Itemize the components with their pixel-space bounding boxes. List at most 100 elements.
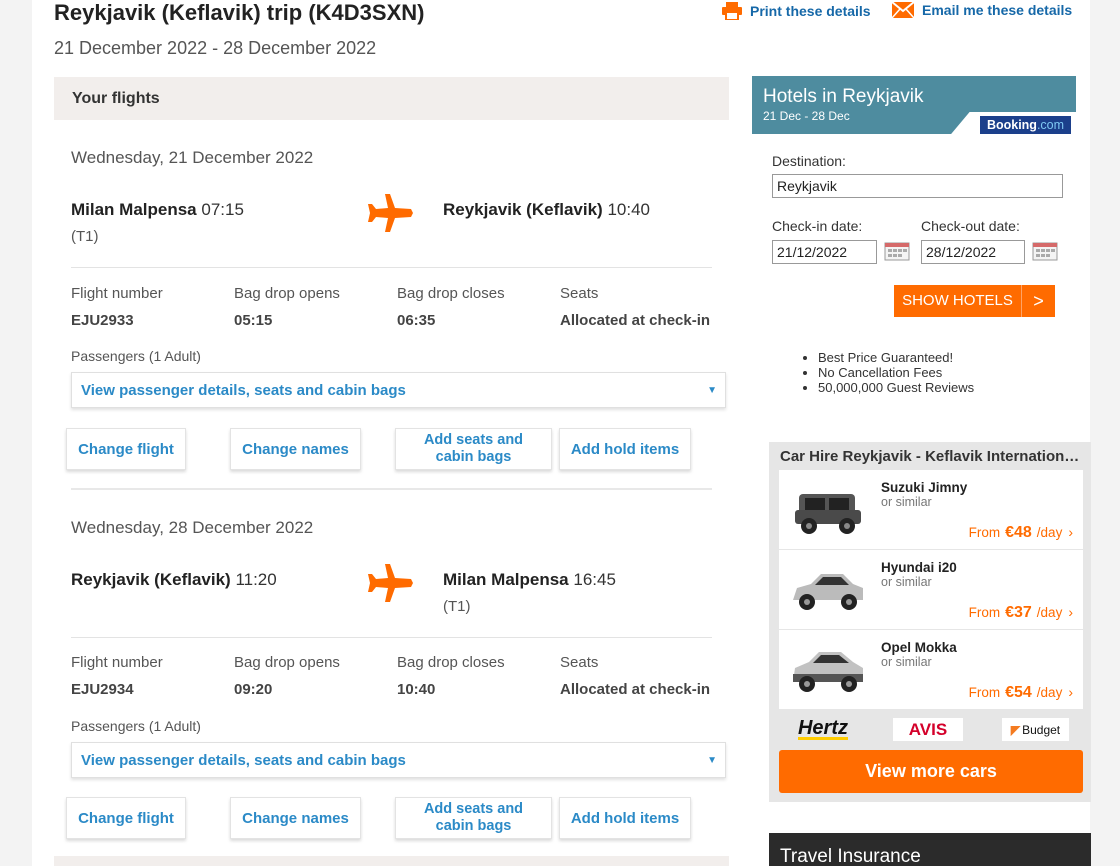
arrival: Milan Malpensa 16:45 (T1) xyxy=(443,570,616,615)
destination-input[interactable] xyxy=(772,174,1063,198)
passengers-label: Passengers (1 Adult) xyxy=(71,348,201,364)
flight-card-return: Wednesday, 28 December 2022 Reykjavik (K… xyxy=(54,518,729,866)
car-price: From €54/day › xyxy=(968,684,1073,701)
trip-dates: 21 December 2022 - 28 December 2022 xyxy=(54,38,377,58)
your-flights-header: Your flights xyxy=(54,77,729,120)
departure-time: 11:20 xyxy=(235,570,277,589)
car-similar: or similar xyxy=(881,495,932,509)
print-details-label: Print these details xyxy=(750,3,871,19)
departure: Reykjavik (Keflavik) 11:20 xyxy=(71,570,277,598)
budget-logo: ◤ Budget xyxy=(1002,718,1069,741)
page-title: Reykjavik (Keflavik) trip (K4D3SXN) xyxy=(54,0,425,25)
hotels-widget-header: Hotels in Reykjavik 21 Dec - 28 Dec Book… xyxy=(752,76,1076,134)
seats-label: Seats xyxy=(560,285,599,302)
travel-insurance-title: Travel Insurance xyxy=(780,846,921,866)
passengers-label: Passengers (1 Adult) xyxy=(71,718,201,734)
avis-logo: AVIS xyxy=(893,718,963,741)
car-image xyxy=(787,560,867,620)
envelope-icon xyxy=(892,2,914,18)
add-hold-items-button[interactable]: Add hold items xyxy=(559,797,691,839)
email-details-link[interactable]: Email me these details xyxy=(892,2,1072,18)
change-flight-button[interactable]: Change flight xyxy=(66,797,186,839)
flight-divider xyxy=(71,488,712,490)
car-similar: or similar xyxy=(881,655,932,669)
view-more-cars-button[interactable]: View more cars xyxy=(779,750,1083,793)
arrival-terminal: (T1) xyxy=(443,598,471,615)
add-hold-items-button[interactable]: Add hold items xyxy=(559,428,691,470)
airplane-icon xyxy=(367,194,413,237)
departure-airport: Reykjavik (Keflavik) xyxy=(71,570,231,589)
flight-number-value: EJU2933 xyxy=(71,312,134,329)
change-flight-button[interactable]: Change flight xyxy=(66,428,186,470)
car-name: Suzuki Jimny xyxy=(881,480,968,495)
add-seats-cabin-bags-button[interactable]: Add seats and cabin bags xyxy=(395,428,552,470)
bag-drop-closes-value: 06:35 xyxy=(397,312,436,329)
email-details-label: Email me these details xyxy=(922,2,1073,18)
passenger-details-label: View passenger details, seats and cabin … xyxy=(81,751,406,769)
caret-down-icon: ▼ xyxy=(707,754,717,766)
car-offer[interactable]: Opel Mokka or similar From €54/day › xyxy=(779,630,1083,709)
departure-airport: Milan Malpensa xyxy=(71,200,197,219)
car-image xyxy=(787,640,867,700)
departure-time: 07:15 xyxy=(201,200,244,219)
arrow-right-icon: > xyxy=(1021,285,1055,317)
bag-drop-closes-label: Bag drop closes xyxy=(397,654,505,671)
car-offer[interactable]: Suzuki Jimny or similar From €48/day › xyxy=(779,470,1083,549)
checkin-input[interactable] xyxy=(772,240,877,264)
passenger-details-dropdown[interactable]: View passenger details, seats and cabin … xyxy=(71,372,726,408)
divider xyxy=(71,637,712,638)
flight-number-label: Flight number xyxy=(71,285,163,302)
hotel-perks-list: Best Price Guaranteed! No Cancellation F… xyxy=(802,350,974,395)
perk-item: Best Price Guaranteed! xyxy=(818,350,974,365)
bag-drop-opens-value: 05:15 xyxy=(234,312,273,329)
car-image xyxy=(787,480,867,540)
seats-value: Allocated at check-in xyxy=(560,681,711,698)
show-hotels-button[interactable]: SHOW HOTELS > xyxy=(894,285,1055,317)
bag-drop-closes-value: 10:40 xyxy=(397,681,436,698)
arrival-time: 16:45 xyxy=(573,570,616,589)
checkout-input[interactable] xyxy=(921,240,1025,264)
car-name: Hyundai i20 xyxy=(881,560,957,575)
car-name: Opel Mokka xyxy=(881,640,957,655)
flight-card-outbound: Wednesday, 21 December 2022 Milan Malpen… xyxy=(54,148,729,508)
airplane-icon xyxy=(367,564,413,607)
change-names-button[interactable]: Change names xyxy=(230,797,361,839)
printer-icon xyxy=(722,2,742,20)
bag-drop-closes-label: Bag drop closes xyxy=(397,285,505,302)
car-price: From €48/day › xyxy=(968,524,1073,541)
arrival-airport: Milan Malpensa xyxy=(443,570,569,589)
caret-down-icon: ▼ xyxy=(707,384,717,396)
car-offer[interactable]: Hyundai i20 or similar From €37/day › xyxy=(779,550,1083,629)
departure-terminal: (T1) xyxy=(71,228,99,245)
seats-value: Allocated at check-in xyxy=(560,312,711,329)
bag-drop-opens-label: Bag drop opens xyxy=(234,285,340,302)
arrival: Reykjavik (Keflavik) 10:40 xyxy=(443,200,650,228)
add-seats-cabin-bags-button[interactable]: Add seats and cabin bags xyxy=(395,797,552,839)
flight-date: Wednesday, 28 December 2022 xyxy=(71,518,314,537)
bag-drop-opens-value: 09:20 xyxy=(234,681,273,698)
divider xyxy=(71,267,712,268)
car-hire-title: Car Hire Reykjavik - Keflavik Internatio… xyxy=(780,448,1085,465)
chevron-right-icon: › xyxy=(1068,524,1073,540)
calendar-icon[interactable] xyxy=(1032,241,1058,261)
calendar-icon[interactable] xyxy=(884,241,910,261)
print-details-link[interactable]: Print these details xyxy=(722,2,871,20)
flight-date: Wednesday, 21 December 2022 xyxy=(71,148,314,167)
departure: Milan Malpensa 07:15 (T1) xyxy=(71,200,244,245)
perk-item: 50,000,000 Guest Reviews xyxy=(818,380,974,395)
car-hire-widget: Car Hire Reykjavik - Keflavik Internatio… xyxy=(769,442,1091,802)
chevron-right-icon: › xyxy=(1068,604,1073,620)
flight-number-label: Flight number xyxy=(71,654,163,671)
chevron-right-icon: › xyxy=(1068,684,1073,700)
arrival-time: 10:40 xyxy=(607,200,650,219)
perk-item: No Cancellation Fees xyxy=(818,365,974,380)
change-names-button[interactable]: Change names xyxy=(230,428,361,470)
booking-page: Reykjavik (Keflavik) trip (K4D3SXN) 21 D… xyxy=(32,0,1091,866)
hertz-logo: Hertz xyxy=(797,717,848,740)
flight-number-value: EJU2934 xyxy=(71,681,134,698)
car-price: From €37/day › xyxy=(968,604,1073,621)
passenger-details-dropdown[interactable]: View passenger details, seats and cabin … xyxy=(71,742,726,778)
passenger-details-label: View passenger details, seats and cabin … xyxy=(81,381,406,399)
hotels-title: Hotels in Reykjavik xyxy=(763,86,924,107)
bag-drop-opens-label: Bag drop opens xyxy=(234,654,340,671)
